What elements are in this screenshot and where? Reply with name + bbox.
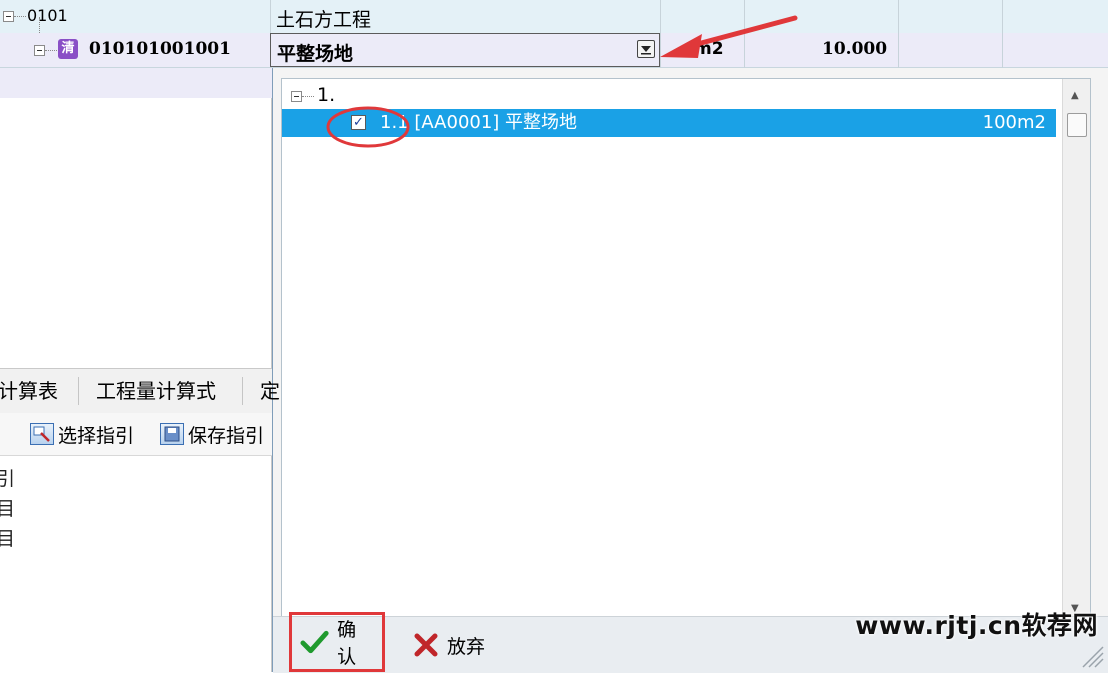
list-item[interactable]: 引 [0,464,15,491]
scroll-up-icon[interactable]: ▲ [1071,91,1079,101]
select-guide-button[interactable]: 选择指引 [30,421,134,447]
collapse-toggle-icon[interactable] [3,11,14,22]
group-collapse-icon[interactable] [291,91,302,102]
quantity-cell: 10.000 [822,39,888,59]
save-guide-label: 保存指引 [188,424,265,447]
vertical-scrollbar[interactable]: ▲ ▼ [1062,79,1090,622]
tab-partial[interactable]: 定 [250,369,290,413]
resize-grip-icon[interactable] [1077,641,1105,669]
grid-empty-row [0,68,272,98]
save-guide-icon [160,423,184,445]
annotation-arrow-icon [660,15,798,58]
cancel-button[interactable]: 放弃 [405,625,493,665]
collapse-toggle-icon[interactable] [34,45,45,56]
guide-tree-list[interactable]: 1. ✓ 1.1 [AA0001] 平整场地 100m2 ▲ ▼ [281,78,1091,623]
row-name: 土石方工程 [276,9,372,31]
row-code: 010101001001 [89,39,231,59]
guide-dropdown-popup[interactable]: 1. ✓ 1.1 [AA0001] 平整场地 100m2 ▲ ▼ 确认 放弃 [272,68,1108,673]
scroll-thumb[interactable] [1067,113,1087,137]
tab-quantity-formula[interactable]: 工程量计算式 [86,369,226,413]
grid-row-0101[interactable]: 0101 土石方工程 [0,0,1108,68]
save-guide-button[interactable]: 保存指引 [160,421,264,447]
select-guide-icon [30,423,54,445]
name-cell-editor[interactable]: 平整场地 [270,33,660,67]
tab-calc-table[interactable]: 计算表 [0,369,68,413]
list-item[interactable]: 目 [0,494,15,521]
list-item[interactable]: 目 [0,524,15,551]
checkmark-icon [300,630,329,654]
confirm-button[interactable]: 确认 [289,612,385,672]
row-code: 0101 [27,6,68,25]
select-guide-label: 选择指引 [58,424,135,447]
name-cell-value: 平整场地 [277,43,354,65]
bill-item-badge-icon: 清 [58,39,78,59]
cancel-label: 放弃 [447,635,486,658]
cross-icon [414,633,438,657]
guide-toolbar: 选择指引 保存指引 [0,413,272,456]
site-watermark: www.rjtj.cn软荐网 [855,611,1098,640]
item-unit: 100m2 [982,112,1046,133]
confirm-label: 确认 [337,619,357,668]
annotation-circle-icon [326,106,410,148]
bottom-tab-bar: 计算表 工程量计算式 定 [0,368,280,414]
